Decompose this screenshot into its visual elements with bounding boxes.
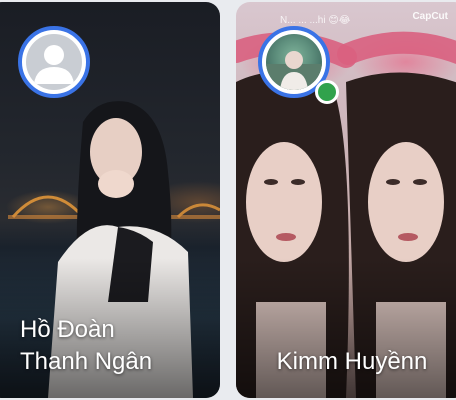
online-status-dot xyxy=(315,80,339,104)
story-author-name: Hồ Đoàn Thanh Ngân xyxy=(20,314,220,378)
story-author-name: Kimm Huyềnn xyxy=(276,348,428,375)
story-card[interactable]: Hồ Đoàn Thanh Ngân xyxy=(0,2,220,398)
story-card[interactable]: N... ... ...hi 😊😂 CapCut Kimm Huyềnn xyxy=(236,2,456,398)
story-cards-row: Hồ Đoàn Thanh Ngân N... ... ...hi 😊😂 Cap… xyxy=(0,0,456,400)
story-caption: N... ... ...hi 😊😂 xyxy=(280,15,351,26)
story-author-name-line-1: Hồ Đoàn xyxy=(20,316,115,343)
default-avatar-icon xyxy=(26,34,82,90)
capcut-watermark: CapCut xyxy=(412,11,448,22)
avatar[interactable] xyxy=(18,26,90,98)
profile-photo-icon xyxy=(266,34,322,90)
story-author-name-line-2: Thanh Ngân xyxy=(20,348,153,375)
